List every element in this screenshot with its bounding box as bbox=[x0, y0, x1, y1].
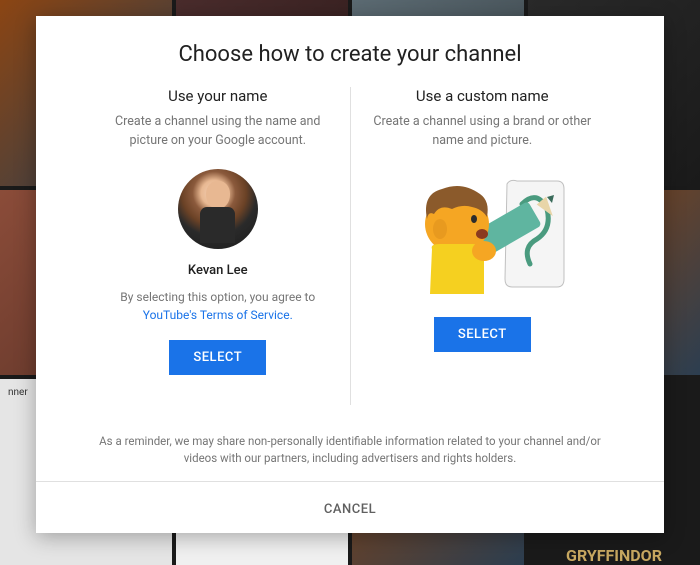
terms-of-service-link[interactable]: YouTube's Terms of Service. bbox=[143, 308, 293, 322]
custom-name-illustration bbox=[392, 169, 572, 299]
select-own-name-button[interactable]: SELECT bbox=[169, 340, 266, 375]
select-custom-name-button[interactable]: SELECT bbox=[434, 317, 531, 352]
option-custom-name: Use a custom name Create a channel using… bbox=[351, 87, 615, 415]
option-own-name-description: Create a channel using the name and pict… bbox=[102, 113, 334, 151]
option-custom-name-title: Use a custom name bbox=[416, 87, 549, 105]
cancel-button[interactable]: CANCEL bbox=[324, 502, 376, 517]
option-own-name: Use your name Create a channel using the… bbox=[86, 87, 350, 415]
option-own-name-title: Use your name bbox=[168, 87, 267, 105]
options-container: Use your name Create a channel using the… bbox=[36, 87, 664, 415]
user-name: Kevan Lee bbox=[188, 263, 248, 278]
user-avatar bbox=[178, 169, 258, 249]
dialog-footer: CANCEL bbox=[36, 481, 664, 533]
option-custom-name-description: Create a channel using a brand or other … bbox=[367, 113, 599, 151]
disclaimer-text: As a reminder, we may share non-personal… bbox=[36, 415, 664, 482]
terms-text: By selecting this option, you agree to Y… bbox=[102, 288, 334, 324]
dialog-title: Choose how to create your channel bbox=[36, 16, 664, 87]
create-channel-dialog: Choose how to create your channel Use yo… bbox=[36, 16, 664, 533]
